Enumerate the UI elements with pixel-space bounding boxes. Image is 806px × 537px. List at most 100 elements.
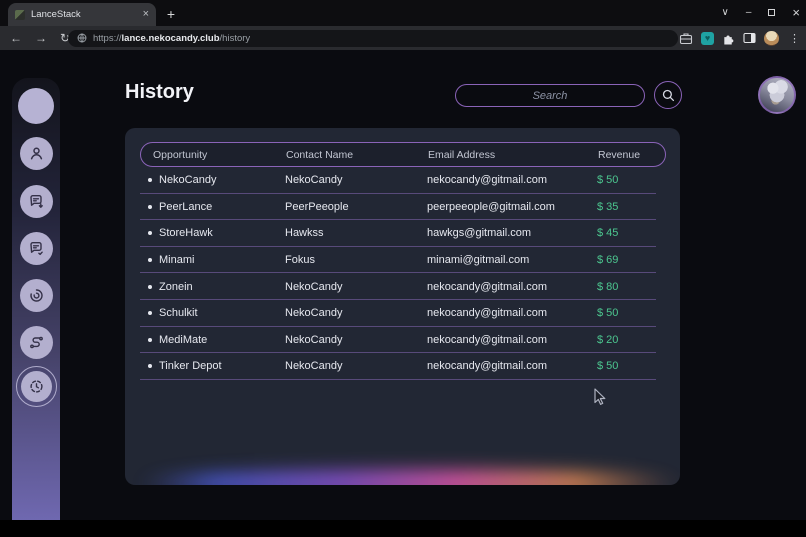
row-contact: PeerPeeople xyxy=(285,200,349,213)
row-revenue: $ 20 xyxy=(597,333,619,346)
bullet-icon xyxy=(148,284,152,289)
new-tab-button[interactable]: + xyxy=(162,5,180,23)
row-email: nekocandy@gitmail.com xyxy=(427,280,547,293)
row-email: hawkgs@gitmail.com xyxy=(427,227,532,240)
puzzle-extensions-icon[interactable] xyxy=(722,32,735,45)
browser-tab[interactable]: LanceStack × xyxy=(8,3,156,26)
forward-icon[interactable]: → xyxy=(35,31,47,45)
row-contact: Hawkss xyxy=(285,227,324,240)
sidebar-item-history[interactable] xyxy=(15,365,57,407)
row-revenue: $ 80 xyxy=(597,280,619,293)
history-clock-icon xyxy=(29,379,43,393)
mouse-cursor xyxy=(594,388,606,405)
table-header: Opportunity Contact Name Email Address R… xyxy=(140,142,666,167)
favicon-icon xyxy=(15,9,25,20)
table-row[interactable]: Tinker Depot NekoCandy nekocandy@gitmail… xyxy=(140,353,666,380)
window-minimize-icon[interactable]: – xyxy=(746,7,752,18)
bullet-icon xyxy=(148,258,152,263)
address-bar[interactable]: https://lance.nekocandy.club/history xyxy=(68,29,678,47)
row-contact: NekoCandy xyxy=(285,333,343,346)
browser-toolbar: ← → ↻ https://lance.nekocandy.club/histo… xyxy=(0,26,806,50)
row-email: nekocandy@gitmail.com xyxy=(427,307,547,320)
row-revenue: $ 35 xyxy=(597,200,619,213)
table-row[interactable]: PeerLance PeerPeeople peerpeeople@gitmai… xyxy=(140,194,666,221)
row-email: minami@gitmail.com xyxy=(427,254,530,267)
side-panel-icon[interactable] xyxy=(743,32,756,44)
magnifier-icon xyxy=(662,89,674,101)
bullet-icon xyxy=(148,204,152,209)
row-email: nekocandy@gitmail.com xyxy=(427,174,547,187)
message-download-icon xyxy=(29,194,43,208)
row-opportunity: PeerLance xyxy=(159,200,213,213)
table-row[interactable]: Minami Fokus minami@gitmail.com $ 69 xyxy=(140,247,666,274)
row-contact: Fokus xyxy=(285,254,315,267)
back-icon[interactable]: ← xyxy=(10,31,22,45)
sidebar-item-messages-done[interactable] xyxy=(19,231,53,265)
search-button[interactable] xyxy=(654,81,682,109)
browser-profile-avatar[interactable] xyxy=(764,30,779,46)
row-revenue: $ 50 xyxy=(597,174,619,187)
search-field xyxy=(455,84,645,107)
row-revenue: $ 50 xyxy=(597,360,619,373)
table-row[interactable]: MediMate NekoCandy nekocandy@gitmail.com… xyxy=(140,327,666,354)
bullet-icon xyxy=(148,337,152,342)
window-maximize-icon[interactable] xyxy=(768,8,776,16)
bullet-icon xyxy=(148,311,152,316)
history-card: Opportunity Contact Name Email Address R… xyxy=(125,128,680,485)
sidebar-item-flow[interactable] xyxy=(19,325,53,359)
row-contact: NekoCandy xyxy=(285,360,343,373)
row-opportunity: NekoCandy xyxy=(159,174,217,187)
row-opportunity: Schulkit xyxy=(159,307,198,320)
row-contact: NekoCandy xyxy=(285,307,343,320)
row-contact: NekoCandy xyxy=(285,174,343,187)
row-email: nekocandy@gitmail.com xyxy=(427,360,547,373)
row-email: peerpeeople@gitmail.com xyxy=(427,200,555,213)
bullet-icon xyxy=(148,178,152,183)
row-opportunity: MediMate xyxy=(159,333,208,346)
briefcase-extension-icon[interactable] xyxy=(679,32,693,45)
bullet-icon xyxy=(148,231,152,236)
browser-menu-icon[interactable]: ⋮ xyxy=(787,32,802,45)
search-input[interactable] xyxy=(456,85,644,106)
column-header-contact: Contact Name xyxy=(286,148,354,161)
column-header-opportunity: Opportunity xyxy=(153,148,208,161)
rainbow-glow xyxy=(137,470,680,485)
table-row[interactable]: StoreHawk Hawkss hawkgs@gitmail.com $ 45 xyxy=(140,220,666,247)
window-chevron-icon[interactable]: ∨ xyxy=(722,7,729,18)
spiral-icon xyxy=(29,288,43,302)
column-header-revenue: Revenue xyxy=(598,148,641,161)
table-row[interactable]: Schulkit NekoCandy nekocandy@gitmail.com… xyxy=(140,300,666,327)
row-contact: NekoCandy xyxy=(285,280,343,293)
screen: LanceStack × + ∨ – × ← → ↻ https://lance… xyxy=(0,0,806,537)
user-avatar[interactable] xyxy=(758,76,796,114)
table-row[interactable]: Zonein NekoCandy nekocandy@gitmail.com $… xyxy=(140,273,666,300)
tab-title: LanceStack xyxy=(31,9,81,20)
row-opportunity: StoreHawk xyxy=(159,227,213,240)
url-text: https://lance.nekocandy.club/history xyxy=(93,32,251,44)
page-viewport: History Opportunity Contact Name Email A… xyxy=(0,50,806,520)
heart-extension-icon[interactable]: ♥ xyxy=(701,31,714,45)
row-email: nekocandy@gitmail.com xyxy=(427,333,547,346)
logo-circle xyxy=(18,88,54,124)
bullet-icon xyxy=(148,364,152,369)
page-title: History xyxy=(125,81,194,103)
sidebar-item-profile[interactable] xyxy=(19,136,53,170)
row-revenue: $ 50 xyxy=(597,307,619,320)
table-row[interactable]: NekoCandy NekoCandy nekocandy@gitmail.co… xyxy=(140,167,666,194)
table-body: NekoCandy NekoCandy nekocandy@gitmail.co… xyxy=(140,167,666,380)
person-icon xyxy=(30,147,42,159)
window-close-icon[interactable]: × xyxy=(792,5,800,20)
row-opportunity: Tinker Depot xyxy=(159,360,222,373)
row-opportunity: Minami xyxy=(159,254,195,267)
window-controls: ∨ – × xyxy=(722,2,800,22)
row-revenue: $ 45 xyxy=(597,227,619,240)
tab-close-icon[interactable]: × xyxy=(143,9,149,20)
row-revenue: $ 69 xyxy=(597,254,619,267)
row-opportunity: Zonein xyxy=(159,280,193,293)
sidebar-item-messages-incoming[interactable] xyxy=(19,184,53,218)
message-check-icon xyxy=(29,241,43,255)
sidebar-item-activity[interactable] xyxy=(19,278,53,312)
globe-icon xyxy=(77,33,87,43)
route-icon xyxy=(29,336,43,348)
browser-tabstrip: LanceStack × + ∨ – × xyxy=(0,0,806,26)
